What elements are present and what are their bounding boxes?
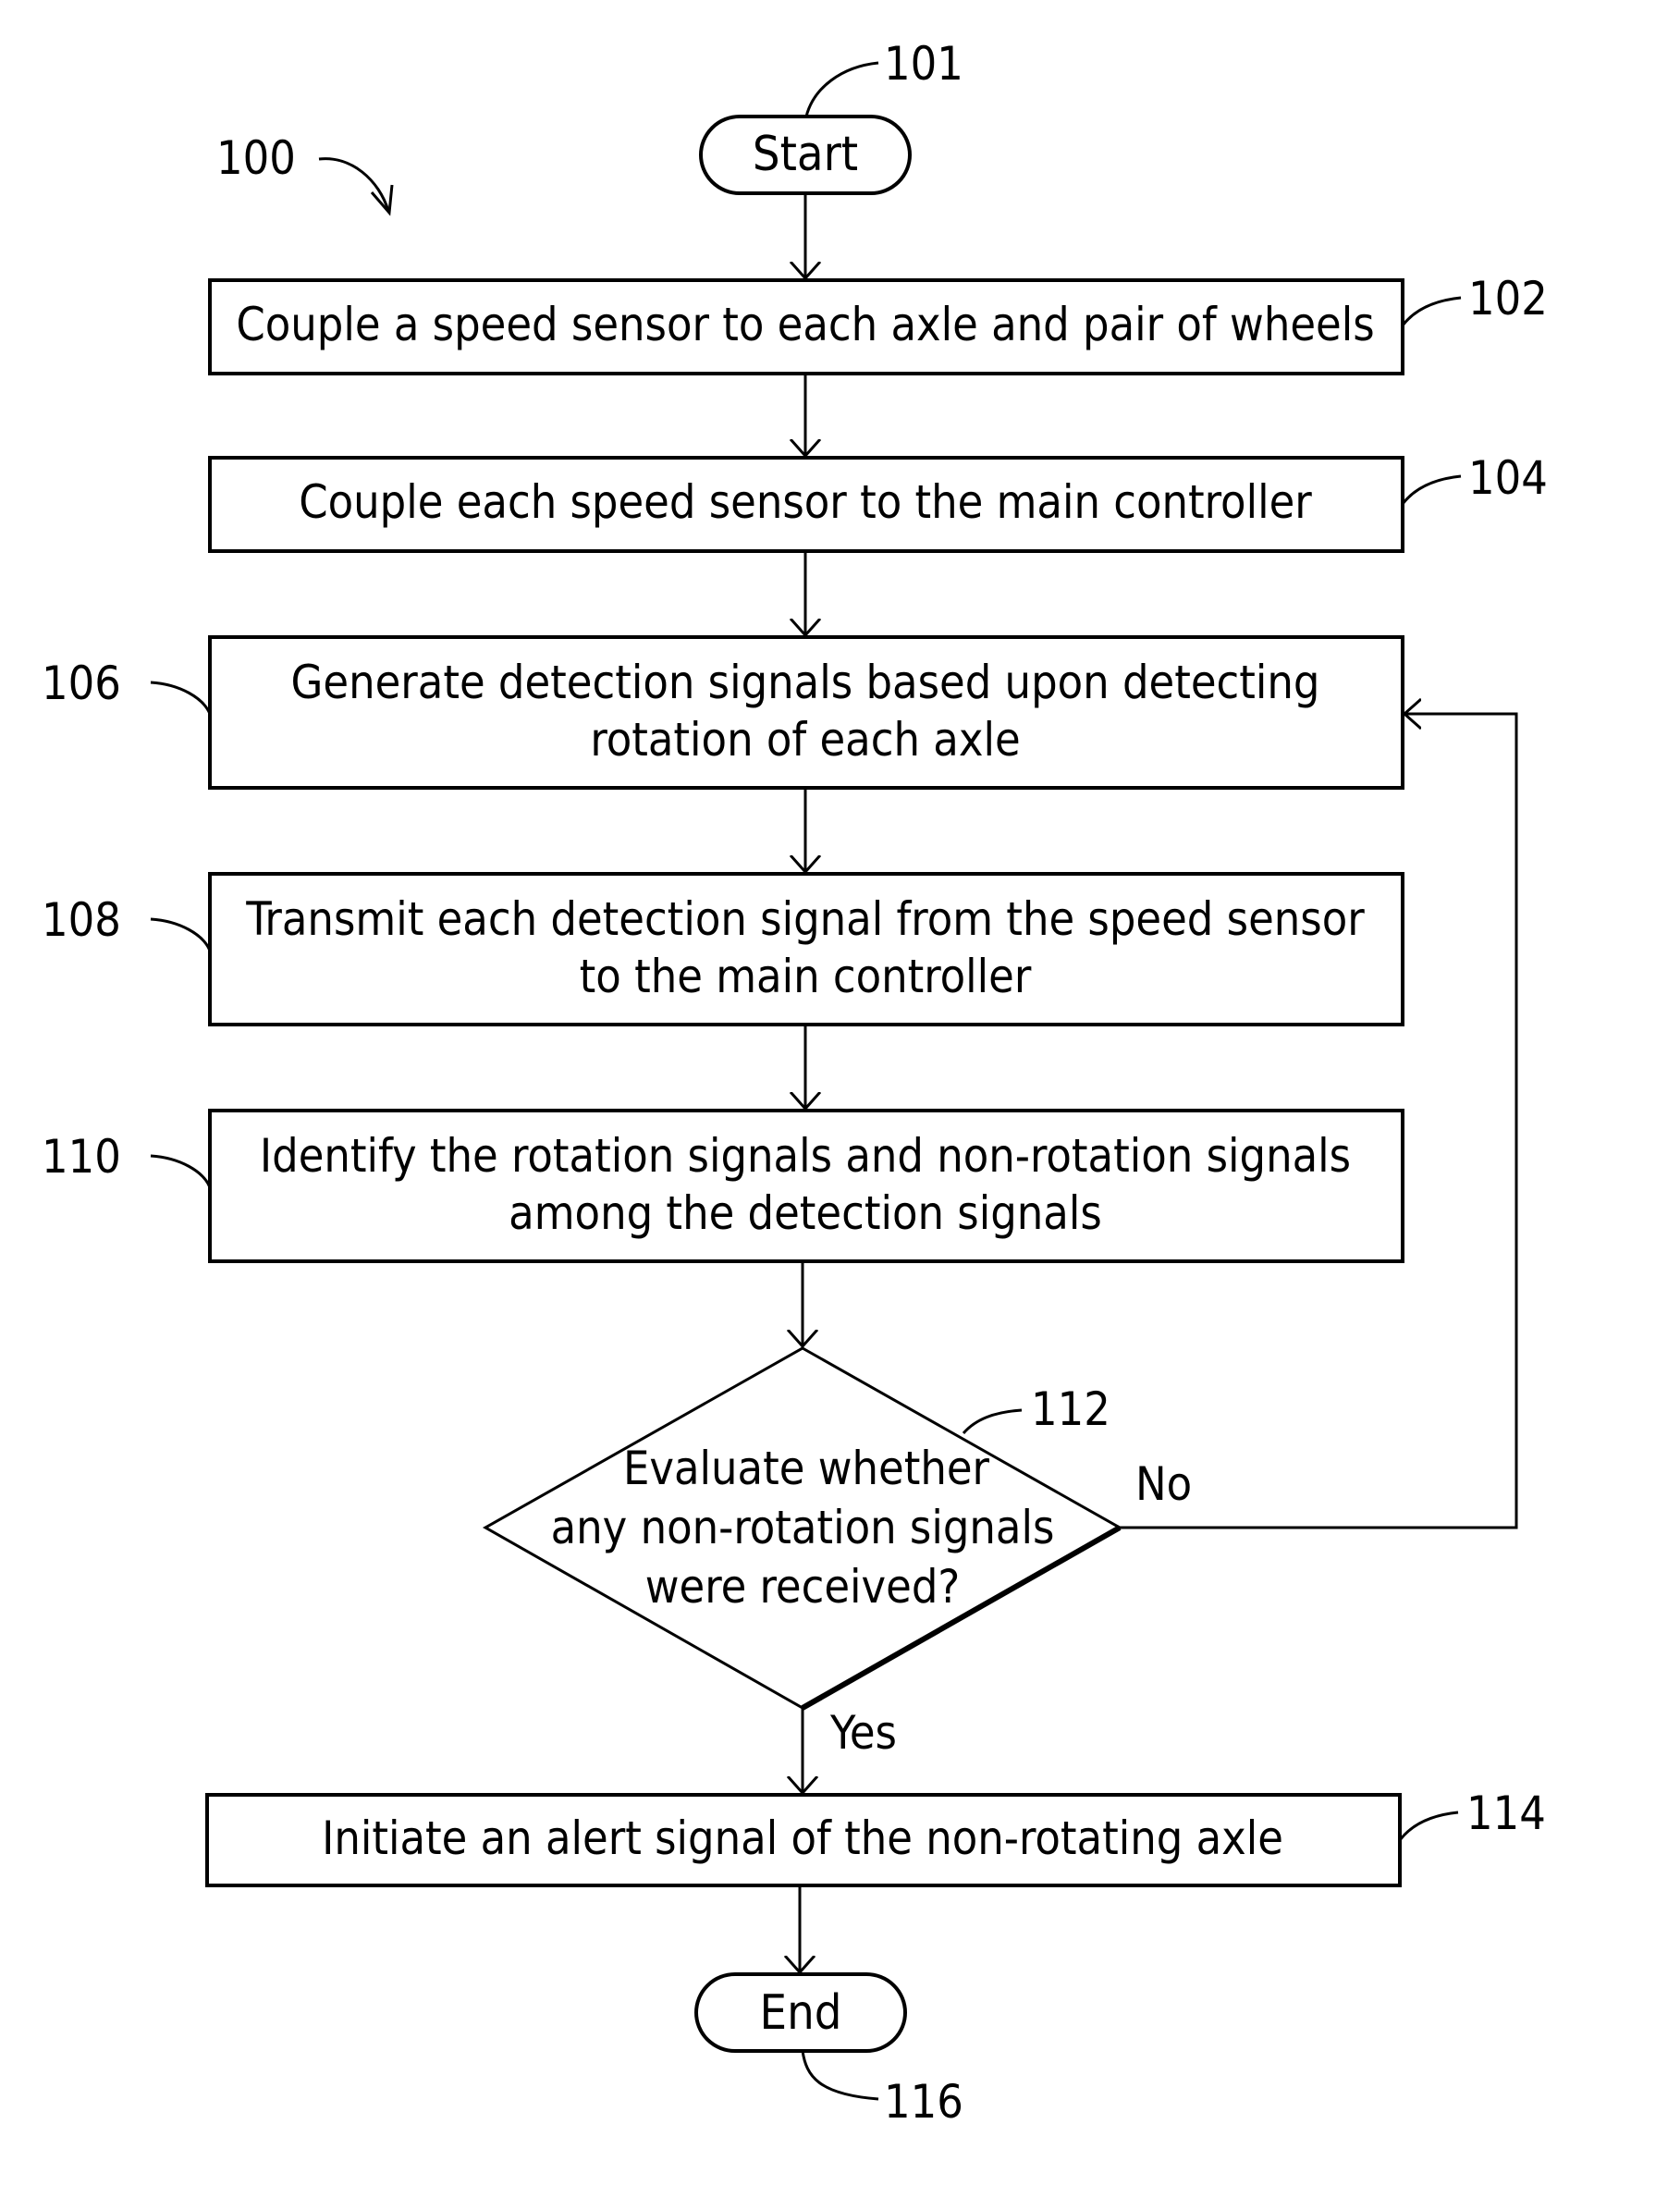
end-label: End [760,1985,842,2041]
step-110-text-line-1: Identify the rotation signals and non-ro… [260,1129,1351,1183]
ref-114-leader [1398,1811,1459,1841]
decision-112-text-line-2: any non-rotation signals [551,1501,1055,1554]
step-102-box: Couple a speed sensor to each axle and p… [208,278,1404,375]
decision-112-text-line-3: were received? [645,1560,961,1614]
figure-ref-arrowhead-icon [370,184,394,216]
end-terminal: End [694,1972,907,2053]
ref-112: 112 [1031,1382,1110,1436]
ref-104-leader [1401,474,1462,505]
step-108-box: Transmit each detection signal from the … [208,872,1404,1026]
flowchart: 100 Start 101 Couple a speed sensor to e… [42,37,1548,2129]
step-106-box: Generate detection signals based upon de… [208,635,1404,790]
step-108-text-line-2: to the main controller [580,950,1032,1003]
ref-114: 114 [1466,1786,1546,1840]
step-114-box: Initiate an alert signal of the non-rota… [205,1793,1402,1887]
decision-112: Evaluate whether any non-rotation signal… [482,1346,1123,1711]
no-label: No [1135,1457,1192,1511]
ref-102-leader [1401,296,1462,326]
ref-106: 106 [42,657,121,710]
ref-112-leader [962,1408,1023,1434]
step-106-text-line-2: rotation of each axle [590,713,1020,767]
step-102-text: Couple a speed sensor to each axle and p… [236,298,1374,351]
yes-label: Yes [829,1706,897,1760]
figure-ref-100: 100 [216,131,296,185]
ref-102: 102 [1468,272,1548,325]
ref-108-leader [150,917,212,952]
start-label: Start [753,127,858,182]
figure-ref-arrow [318,157,390,212]
step-110-box: Identify the rotation signals and non-ro… [208,1109,1404,1263]
start-terminal: Start [699,115,912,195]
decision-112-text-line-1: Evaluate whether [623,1442,990,1495]
ref-101-leader [804,61,879,117]
step-114-text: Initiate an alert signal of the non-rota… [322,1811,1283,1865]
ref-106-leader [150,681,212,715]
ref-110-leader [150,1154,212,1188]
ref-104: 104 [1468,451,1548,505]
ref-116: 116 [884,2075,963,2129]
step-110-text-line-2: among the detection signals [509,1186,1102,1240]
step-106-text-line-1: Generate detection signals based upon de… [291,656,1320,709]
step-104-text: Couple each speed sensor to the main con… [299,475,1312,529]
ref-110: 110 [42,1130,121,1184]
step-104-box: Couple each speed sensor to the main con… [208,456,1404,553]
ref-108: 108 [42,893,121,947]
ref-101: 101 [884,37,963,91]
step-108-text-line-1: Transmit each detection signal from the … [245,892,1365,946]
ref-116-leader [801,2050,879,2101]
